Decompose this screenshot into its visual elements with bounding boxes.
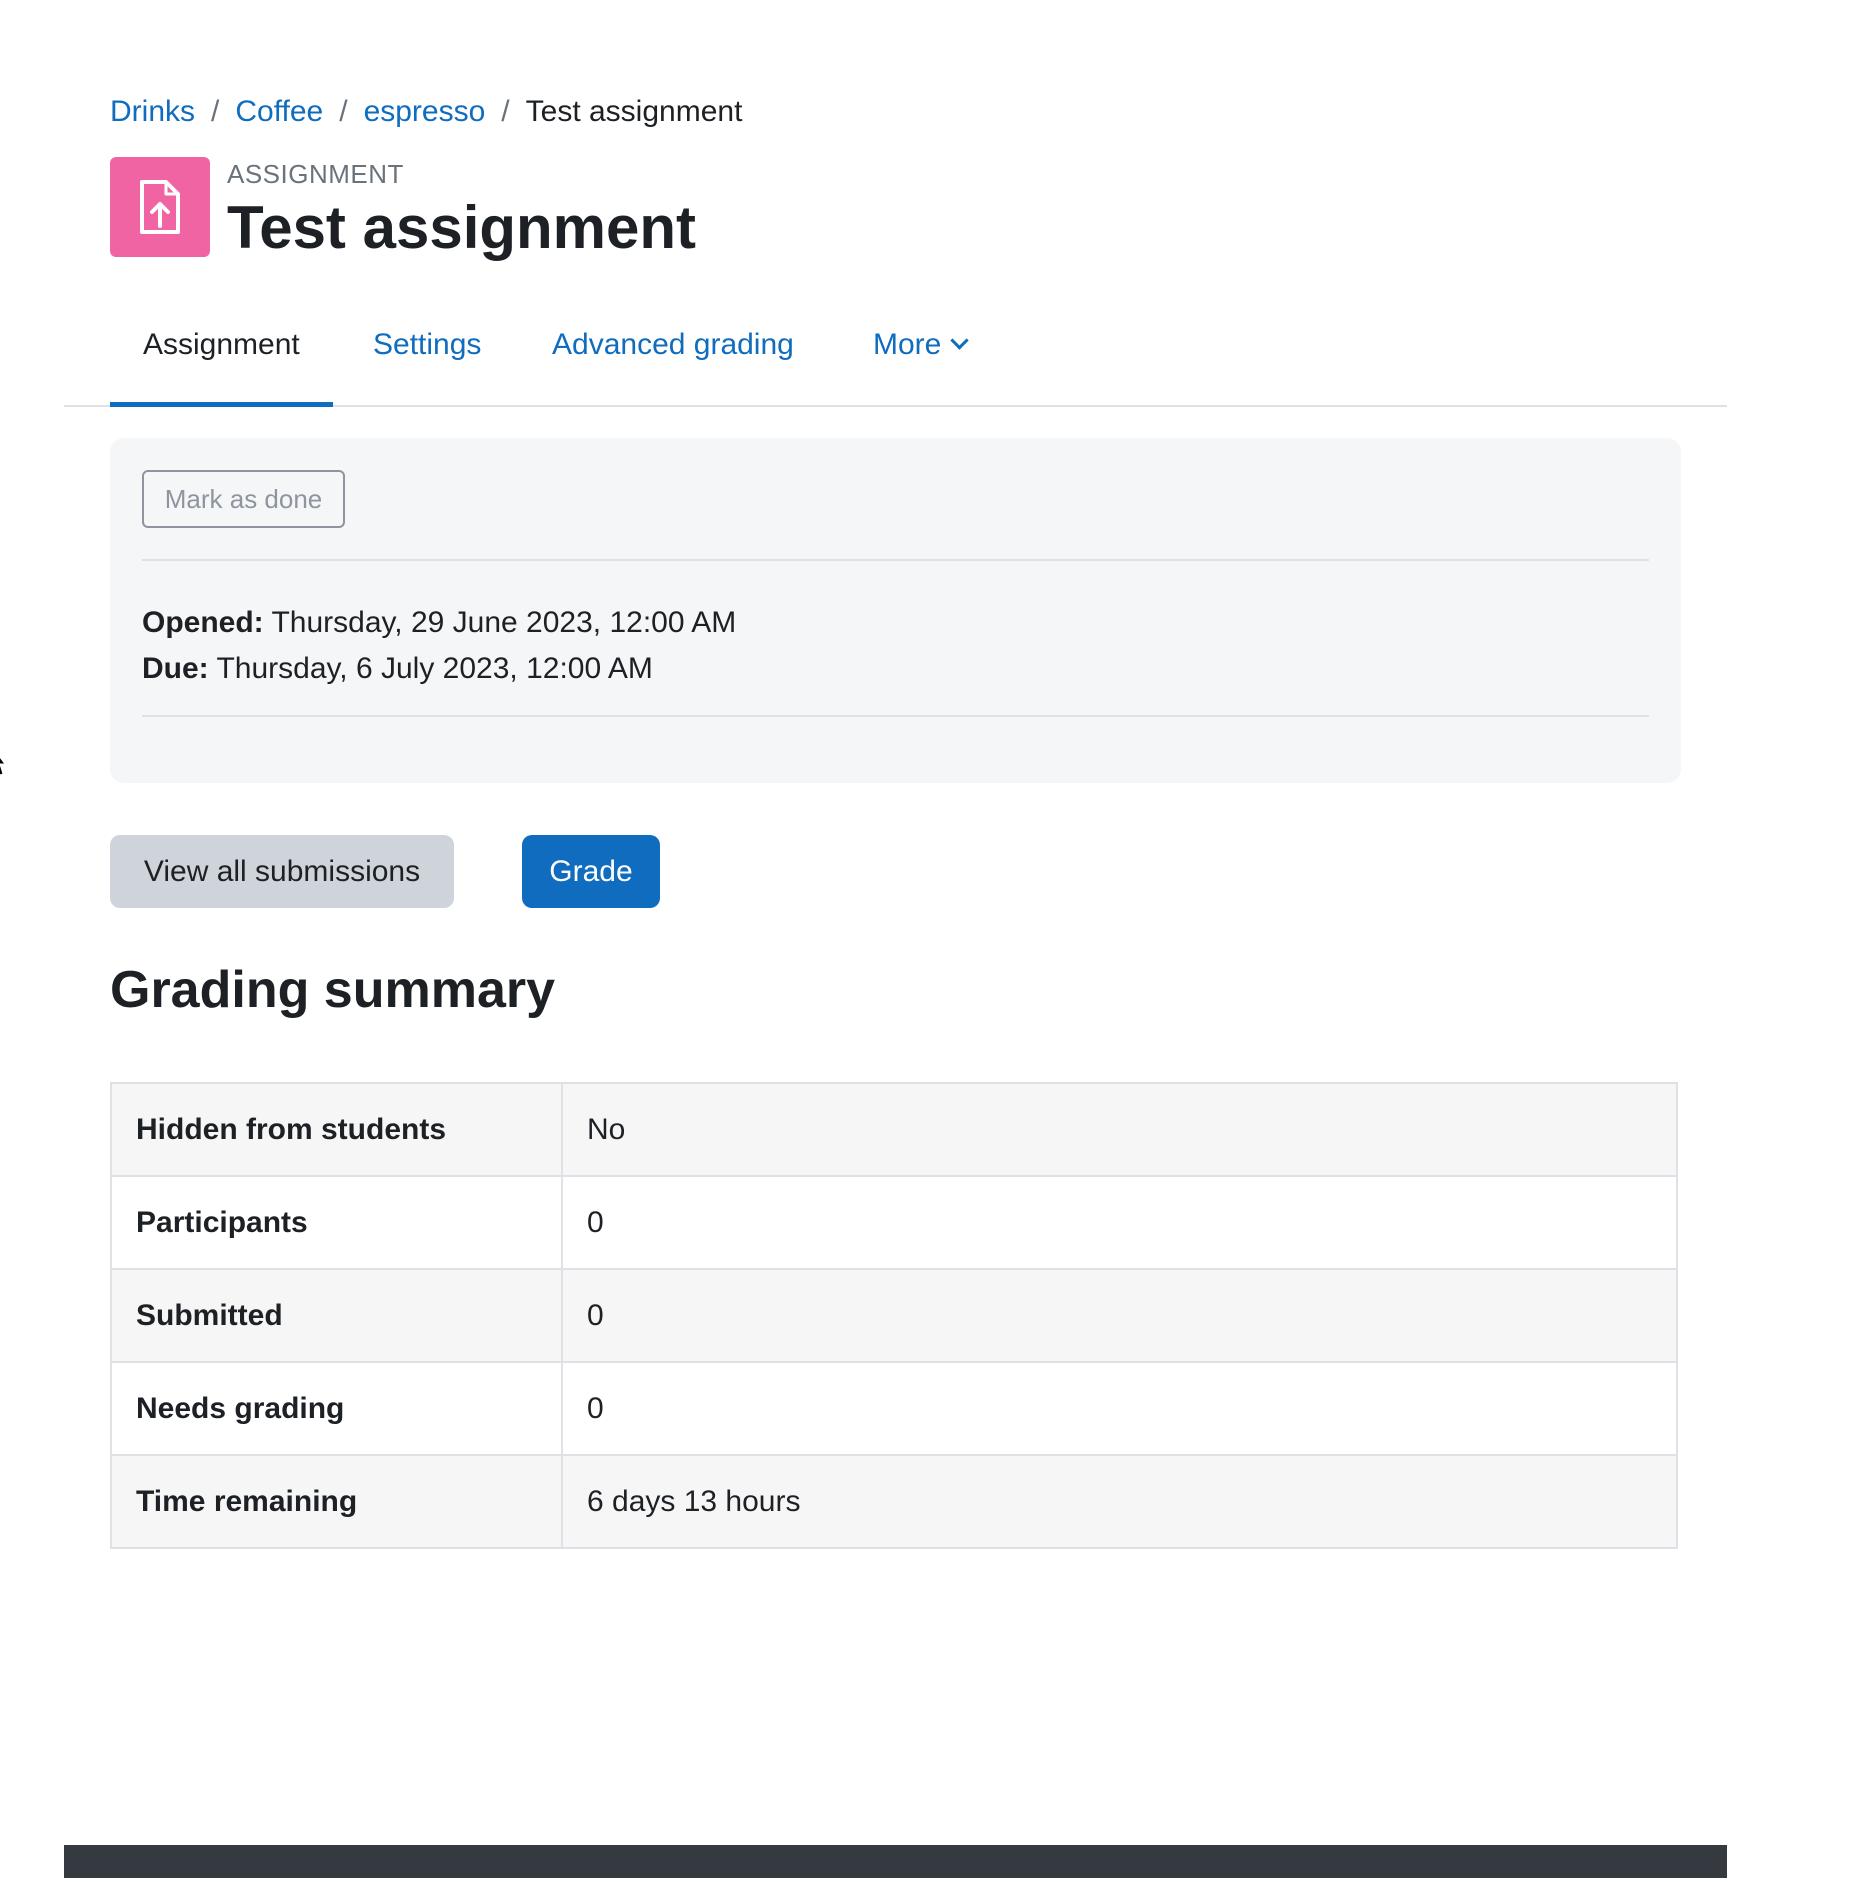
table-row: Hidden from students No [110, 1082, 1678, 1177]
grading-summary-heading: Grading summary [110, 961, 556, 1019]
tab-label: Advanced grading [552, 328, 794, 361]
breadcrumb-link-coffee[interactable]: Coffee [235, 92, 323, 132]
breadcrumb: Drinks / Coffee / espresso / Test assign… [110, 92, 742, 132]
divider [142, 559, 1649, 561]
row-label-time-remaining: Time remaining [110, 1454, 563, 1549]
due-label: Due: [142, 652, 209, 685]
breadcrumb-separator: / [339, 95, 348, 128]
tab-more[interactable]: More [873, 305, 970, 405]
page: Drinks / Coffee / espresso / Test assign… [0, 0, 1860, 1878]
row-value-participants: 0 [561, 1175, 1678, 1270]
due-date-row: Due: Thursday, 6 July 2023, 12:00 AM [142, 646, 736, 692]
table-row: Needs grading 0 [110, 1361, 1678, 1456]
row-label-submitted: Submitted [110, 1268, 563, 1363]
opened-label: Opened: [142, 606, 264, 639]
row-label-needs-grading: Needs grading [110, 1361, 563, 1456]
mouse-cursor-icon [0, 756, 6, 776]
breadcrumb-link-espresso[interactable]: espresso [364, 92, 486, 132]
chevron-down-icon [950, 331, 970, 350]
page-footer [64, 1845, 1727, 1878]
tab-label: Settings [373, 328, 482, 361]
secondary-navigation: Assignment Settings Advanced grading Mor… [64, 305, 1727, 407]
mark-as-done-button[interactable]: Mark as done [142, 470, 345, 528]
activity-information-panel: Mark as done Opened: Thursday, 29 June 2… [110, 438, 1681, 783]
opened-date-value: Thursday, 29 June 2023, 12:00 AM [271, 606, 737, 639]
tab-advanced-grading[interactable]: Advanced grading [552, 305, 794, 405]
tab-label: More [873, 328, 942, 361]
row-value-needs-grading: 0 [561, 1361, 1678, 1456]
table-row: Participants 0 [110, 1175, 1678, 1270]
row-value-submitted: 0 [561, 1268, 1678, 1363]
tab-label: Assignment [143, 328, 300, 361]
breadcrumb-separator: / [501, 95, 510, 128]
tab-settings[interactable]: Settings [373, 305, 481, 405]
row-label-hidden-from-students: Hidden from students [110, 1082, 563, 1177]
page-title: Test assignment [227, 194, 697, 261]
tab-assignment[interactable]: Assignment [110, 305, 333, 407]
breadcrumb-separator: / [211, 95, 220, 128]
table-row: Submitted 0 [110, 1268, 1678, 1363]
row-value-time-remaining: 6 days 13 hours [561, 1454, 1678, 1549]
grading-summary-table: Hidden from students No Participants 0 S… [110, 1082, 1678, 1549]
view-all-submissions-button[interactable]: View all submissions [110, 835, 454, 908]
opened-date-row: Opened: Thursday, 29 June 2023, 12:00 AM [142, 600, 736, 646]
row-value-hidden-from-students: No [561, 1082, 1678, 1177]
breadcrumb-current: Test assignment [525, 95, 743, 128]
breadcrumb-link-drinks[interactable]: Drinks [110, 92, 195, 132]
row-label-participants: Participants [110, 1175, 563, 1270]
activity-type-label: ASSIGNMENT [227, 159, 404, 189]
divider [142, 715, 1649, 717]
activity-dates: Opened: Thursday, 29 June 2023, 12:00 AM… [142, 600, 736, 692]
grade-button[interactable]: Grade [522, 835, 660, 908]
file-upload-icon [140, 180, 180, 234]
assignment-upload-icon [110, 157, 210, 257]
table-row: Time remaining 6 days 13 hours [110, 1454, 1678, 1549]
due-date-value: Thursday, 6 July 2023, 12:00 AM [216, 652, 653, 685]
